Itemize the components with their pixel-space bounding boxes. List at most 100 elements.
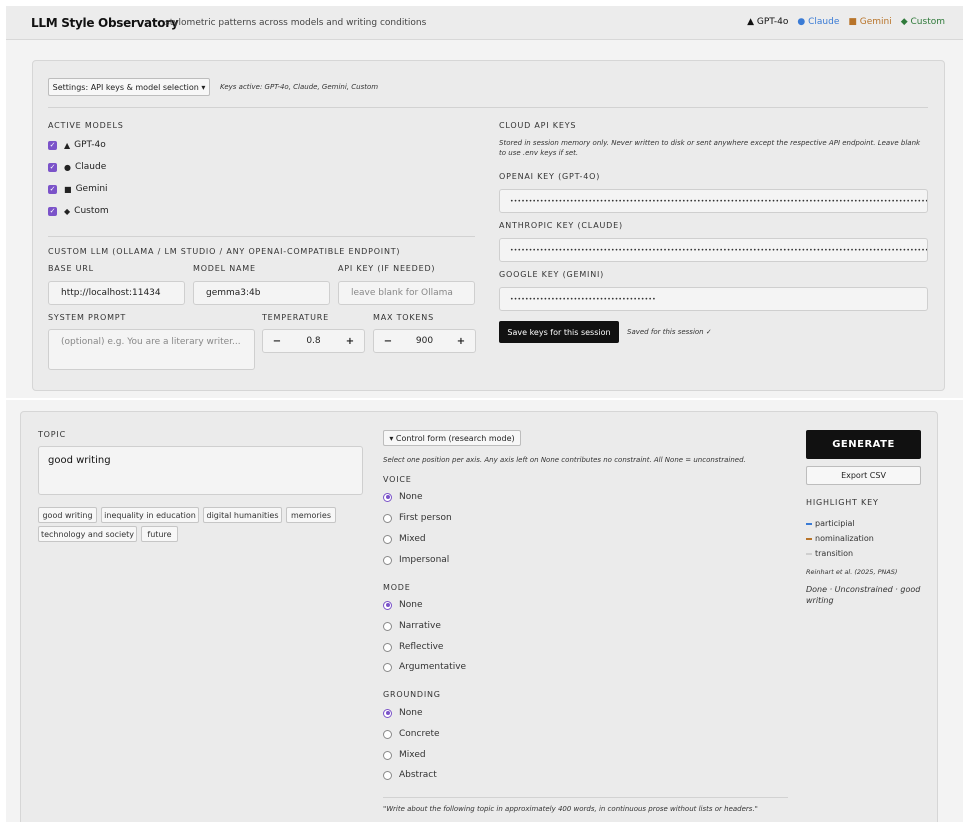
checkbox-checked-icon[interactable]: ✓ [48,140,57,150]
radio-selected-icon[interactable] [383,492,392,502]
generate-button[interactable]: GENERATE [806,430,921,459]
save-keys-button[interactable]: Save keys for this session [499,321,619,343]
topic-chip[interactable]: technology and society [38,526,137,542]
voice-axis-label: VOICE [383,475,412,484]
generation-status: Done · Unconstrained · good writing [806,585,921,605]
circle-icon: ● [64,162,71,172]
legend-claude: ● Claude [797,17,840,27]
topic-chip[interactable]: future [141,526,178,542]
settings-divider [48,107,928,108]
legend-gemini: ■ Gemini [848,17,892,27]
radio-label: Mixed [399,534,426,544]
anthropic-key-label: ANTHROPIC KEY (CLAUDE) [499,221,623,230]
legend-custom: ◆ Custom [900,17,945,27]
radio-mode-none[interactable]: None [383,600,422,610]
highlight-key-label: HIGHLIGHT KEY [806,498,879,507]
radio-voice-mixed[interactable]: Mixed [383,534,426,544]
openai-key-input[interactable]: ••••••••••••••••••••••••••••••••••••••••… [499,189,928,213]
topic-chip[interactable]: memories [286,507,336,523]
checkbox-checked-icon[interactable]: ✓ [48,206,57,216]
radio-label: Reflective [399,642,444,652]
custom-api-key-input[interactable]: leave blank for Ollama [338,281,475,305]
app-header: LLM Style Observatory stylometric patter… [6,6,963,40]
radio-selected-icon[interactable] [383,600,392,610]
checkbox-checked-icon[interactable]: ✓ [48,162,57,172]
key-transition: transition [806,549,853,558]
minus-button[interactable]: − [382,336,394,347]
radio-grounding-concrete[interactable]: Concrete [383,729,440,739]
triangle-icon: ▲ [64,140,71,150]
radio-label: None [399,708,423,718]
model-name: Custom [74,206,109,216]
base-url-label: BASE URL [48,264,94,273]
citation: Reinhart et al. (2025, PNAS) [806,568,898,576]
api-key-label: API KEY (IF NEEDED) [338,264,436,273]
temperature-value[interactable]: 0.8 [306,336,320,346]
radio-selected-icon[interactable] [383,708,392,718]
model-checkbox-gpt4o[interactable]: ✓ ▲ GPT-4o [48,140,106,150]
radio-mode-argumentative[interactable]: Argumentative [383,662,466,672]
key-nominalization: nominalization [806,534,874,543]
max-tokens-label: MAX TOKENS [373,313,434,322]
minus-button[interactable]: − [271,336,283,347]
openai-key-label: OPENAI KEY (GPT-4O) [499,172,601,181]
plus-button[interactable]: + [455,336,467,347]
radio-voice-impersonal[interactable]: Impersonal [383,555,449,565]
export-csv-button[interactable]: Export CSV [806,466,921,485]
radio-grounding-none[interactable]: None [383,708,422,718]
radio-label: Concrete [399,729,440,739]
radio-icon[interactable] [383,662,392,672]
radio-voice-none[interactable]: None [383,492,422,502]
topic-input[interactable]: good writing [38,446,363,495]
radio-icon[interactable] [383,729,392,739]
system-prompt-input[interactable]: (optional) e.g. You are a literary write… [48,329,255,370]
transition-swatch [806,552,812,555]
app-title: LLM Style Observatory [31,16,179,30]
max-tokens-stepper[interactable]: − 900 + [373,329,476,353]
radio-icon[interactable] [383,555,392,565]
radio-icon[interactable] [383,621,392,631]
radio-label: None [399,492,423,502]
radio-icon[interactable] [383,750,392,760]
prompt-divider [383,797,788,798]
radio-mode-reflective[interactable]: Reflective [383,642,443,652]
radio-grounding-abstract[interactable]: Abstract [383,770,437,780]
topic-chip[interactable]: good writing [38,507,97,523]
radio-mode-narrative[interactable]: Narrative [383,621,441,631]
model-checkbox-gemini[interactable]: ✓ ■ Gemini [48,184,108,194]
model-name: Claude [74,162,107,172]
model-checkbox-custom[interactable]: ✓ ◆ Custom [48,206,109,216]
radio-label: Abstract [399,770,437,780]
radio-icon[interactable] [383,513,392,523]
radio-voice-first-person[interactable]: First person [383,513,452,523]
key-label: participial [815,519,855,528]
max-tokens-value[interactable]: 900 [416,336,433,346]
temperature-stepper[interactable]: − 0.8 + [262,329,365,353]
base-url-input[interactable]: http://localhost:11434 [48,281,185,305]
radio-grounding-mixed[interactable]: Mixed [383,750,426,760]
plus-button[interactable]: + [344,336,356,347]
checkbox-checked-icon[interactable]: ✓ [48,184,57,194]
topic-chip[interactable]: inequality in education [101,507,199,523]
radio-icon[interactable] [383,642,392,652]
saved-status: Saved for this session ✓ [627,328,712,336]
google-key-input[interactable]: ••••••••••••••••••••••••••••••••••••••• [499,287,928,311]
radio-label: None [399,600,423,610]
keys-active-note: Keys active: GPT-4o, Claude, Gemini, Cus… [220,83,379,91]
anthropic-key-input[interactable]: ••••••••••••••••••••••••••••••••••••••••… [499,238,928,262]
grounding-axis-label: GROUNDING [383,690,441,699]
nominalization-swatch [806,537,812,540]
radio-icon[interactable] [383,770,392,780]
model-name-input[interactable]: gemma3:4b [193,281,330,305]
google-key-label: GOOGLE KEY (GEMINI) [499,270,605,279]
topic-chip[interactable]: digital humanities [203,507,282,523]
model-legend: ▲ GPT-4o ● Claude ■ Gemini ◆ Custom [747,17,945,27]
cloud-keys-note: Stored in session memory only. Never wri… [499,139,921,157]
model-checkbox-claude[interactable]: ✓ ● Claude [48,162,106,172]
radio-icon[interactable] [383,534,392,544]
control-form-toggle[interactable]: ▾ Control form (research mode) [383,430,521,446]
topic-label: TOPIC [38,430,66,439]
settings-toggle-button[interactable]: Settings: API keys & model selection ▾ [48,78,210,96]
cloud-api-keys-label: CLOUD API KEYS [499,121,577,130]
app-subtitle: stylometric patterns across models and w… [165,18,427,28]
